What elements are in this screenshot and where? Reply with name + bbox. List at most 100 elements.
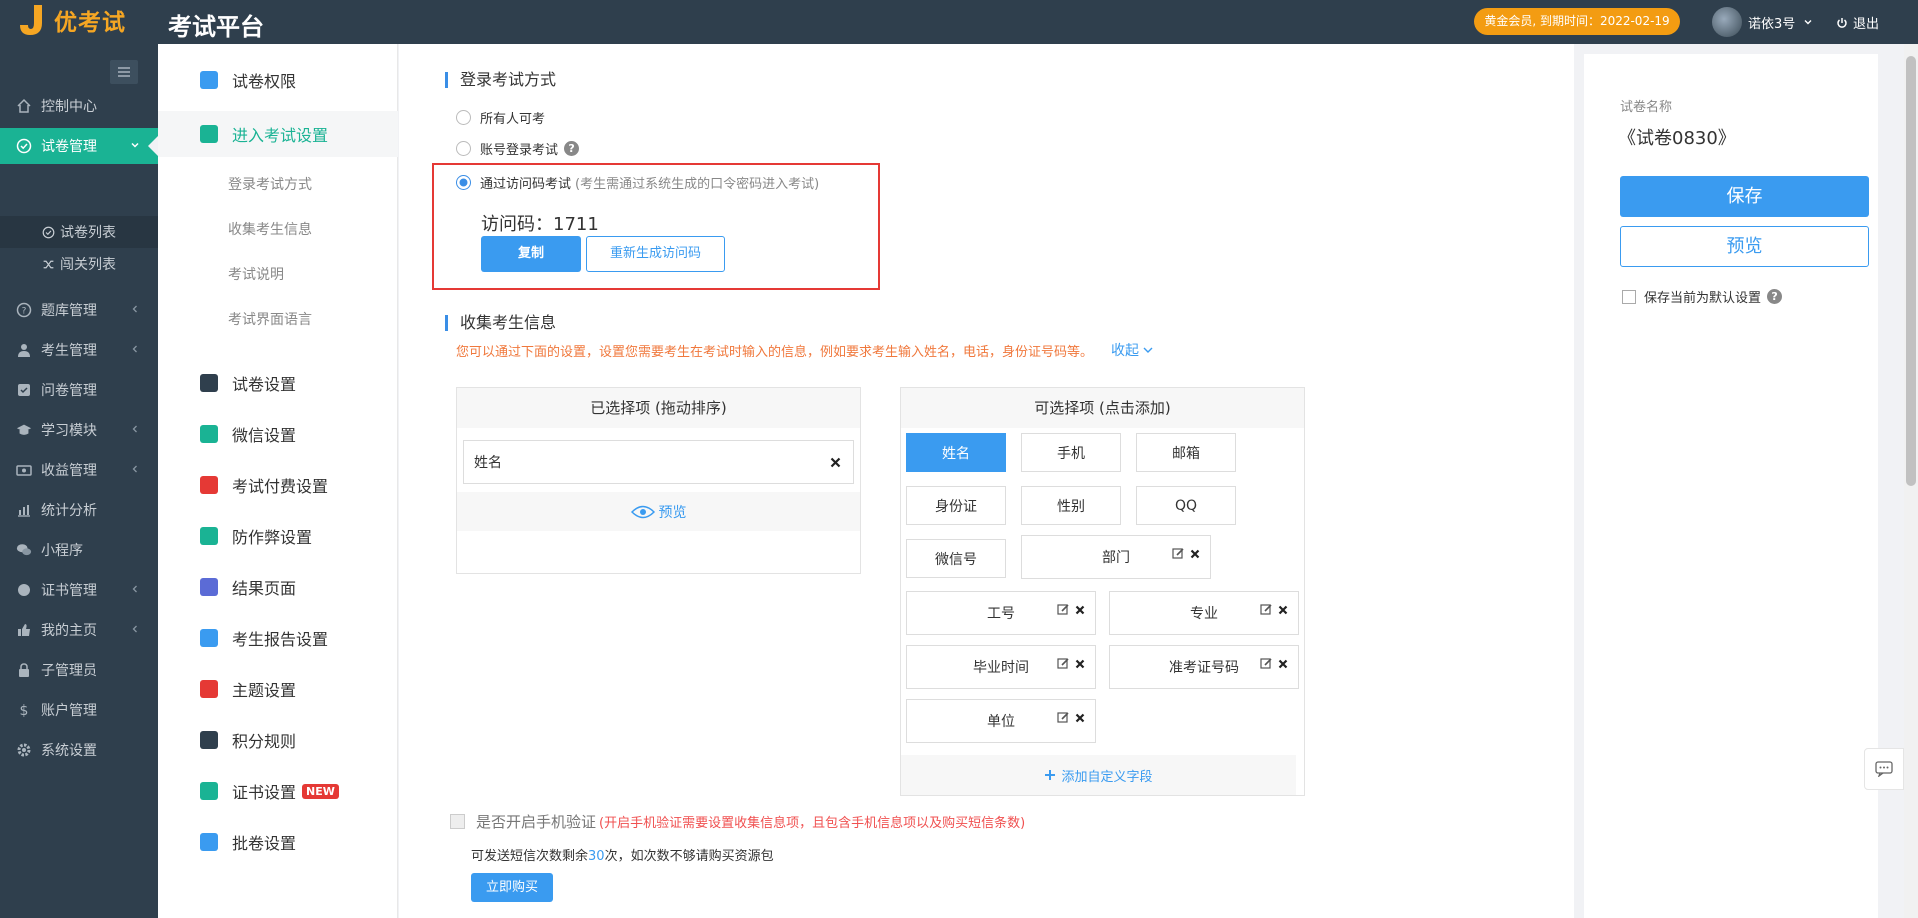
logo[interactable]: 优考试 xyxy=(16,3,126,37)
subpanel-item-result-page[interactable]: 结果页面 xyxy=(158,566,398,608)
preview-label[interactable]: 预览 xyxy=(659,502,687,522)
sidebar-item-control-center[interactable]: 控制中心 xyxy=(0,88,158,124)
shield-icon xyxy=(200,71,218,89)
delete-icon[interactable] xyxy=(1278,605,1288,615)
sidebar-item-mini-program[interactable]: 小程序 xyxy=(0,532,158,568)
avatar[interactable] xyxy=(1712,7,1742,37)
subpanel-item-certificate-settings[interactable]: 证书设置 NEW xyxy=(158,770,398,812)
sidebar-item-label: 小程序 xyxy=(41,543,83,559)
field-option-qq[interactable]: QQ xyxy=(1136,486,1236,525)
sidebar-item-learning-module[interactable]: 学习模块 xyxy=(0,412,158,448)
field-option-major[interactable]: 专业 xyxy=(1109,591,1299,635)
field-option-wechat[interactable]: 微信号 xyxy=(906,539,1006,578)
radio-account-login[interactable]: 账号登录考试 ? xyxy=(456,139,580,158)
field-option-email[interactable]: 邮箱 xyxy=(1136,433,1236,472)
sidebar-item-label: 系统设置 xyxy=(41,743,97,759)
subpanel-item-grading-settings[interactable]: 批卷设置 xyxy=(158,821,398,863)
graduation-cap-icon xyxy=(16,422,32,438)
field-option-name[interactable]: 姓名 xyxy=(906,433,1006,472)
sidebar-item-statistics[interactable]: 统计分析 xyxy=(0,492,158,528)
field-option-graduation-date[interactable]: 毕业时间 xyxy=(906,645,1096,689)
logout-button[interactable]: 退出 xyxy=(1836,13,1879,32)
sidebar-item-account-management[interactable]: $ 账户管理 xyxy=(0,692,158,728)
subpanel-item-enter-exam-settings[interactable]: 进入考试设置 xyxy=(158,111,398,157)
help-icon[interactable]: ? xyxy=(1767,289,1783,304)
subpanel-sub-exam-language[interactable]: 考试界面语言 xyxy=(228,309,312,329)
collapse-label[interactable]: 收起 xyxy=(1111,340,1139,360)
certificate-icon xyxy=(16,582,32,598)
sidebar-item-label: 收益管理 xyxy=(41,463,97,479)
subpanel-sub-login-method[interactable]: 登录考试方式 xyxy=(228,174,312,194)
sidebar-item-revenue-management[interactable]: 收益管理 xyxy=(0,452,158,488)
sidebar-item-my-homepage[interactable]: 我的主页 xyxy=(0,612,158,648)
sidebar-subitem-level-list[interactable]: 闯关列表 xyxy=(0,248,158,280)
edit-icon[interactable] xyxy=(1057,657,1070,670)
radio-dot[interactable] xyxy=(456,141,471,156)
feedback-button[interactable] xyxy=(1864,748,1904,790)
subpanel-sub-exam-description[interactable]: 考试说明 xyxy=(228,264,284,284)
sidebar-subitem-paper-list[interactable]: 试卷列表 xyxy=(0,216,158,248)
subpanel-item-label: 防作弊设置 xyxy=(232,528,313,547)
logout-label[interactable]: 退出 xyxy=(1853,13,1879,32)
member-badge[interactable]: 黄金会员, 到期时间：2022-02-19 xyxy=(1474,8,1680,35)
sidebar-item-system-settings[interactable]: 系统设置 xyxy=(0,732,158,768)
help-icon[interactable]: ? xyxy=(564,141,580,156)
radio-label: 账号登录考试 xyxy=(480,143,559,158)
radio-dot[interactable] xyxy=(456,110,471,125)
delete-icon[interactable] xyxy=(1278,659,1288,669)
buy-now-button[interactable]: 立即购买 xyxy=(471,873,553,902)
delete-icon[interactable] xyxy=(1075,659,1085,669)
subpanel-item-theme-settings[interactable]: 主题设置 xyxy=(158,668,398,710)
report-icon xyxy=(200,629,218,647)
add-custom-field-label[interactable]: 添加自定义字段 xyxy=(1061,766,1152,785)
subpanel-item-wechat-settings[interactable]: 微信设置 xyxy=(158,413,398,455)
user-menu[interactable]: 诺依3号 xyxy=(1712,7,1813,37)
sidebar-item-survey-management[interactable]: 问卷管理 xyxy=(0,372,158,408)
edit-icon[interactable] xyxy=(1172,547,1185,560)
subpanel-item-report-settings[interactable]: 考生报告设置 xyxy=(158,617,398,659)
add-custom-field-button[interactable]: 添加自定义字段 xyxy=(901,755,1296,795)
subpanel-item-points-rules[interactable]: 积分规则 xyxy=(158,719,398,761)
edit-icon[interactable] xyxy=(1260,657,1273,670)
sidebar-item-question-bank[interactable]: ? 题库管理 xyxy=(0,292,158,328)
phone-verify-checkbox[interactable] xyxy=(450,814,465,829)
field-option-department[interactable]: 部门 xyxy=(1021,535,1211,579)
sidebar-item-certificate-management[interactable]: 证书管理 xyxy=(0,572,158,608)
collapse-toggle[interactable]: 收起 xyxy=(1111,340,1154,360)
edit-icon[interactable] xyxy=(1057,711,1070,724)
field-option-phone[interactable]: 手机 xyxy=(1021,433,1121,472)
chevron-down-icon xyxy=(131,142,139,148)
field-option-company[interactable]: 单位 xyxy=(906,699,1096,743)
preview-button[interactable]: 预览 xyxy=(1620,226,1869,267)
selected-field-item[interactable]: 姓名 xyxy=(463,440,854,484)
sidebar-item-examinee-management[interactable]: 考生管理 xyxy=(0,332,158,368)
subpanel-item-paper-permission[interactable]: 试卷权限 xyxy=(158,59,398,101)
default-setting-checkbox[interactable] xyxy=(1622,289,1636,304)
menu-toggle-button[interactable] xyxy=(110,60,138,84)
close-icon[interactable] xyxy=(830,457,841,468)
field-option-gender[interactable]: 性别 xyxy=(1021,486,1121,525)
subpanel-item-payment-settings[interactable]: 考试付费设置 xyxy=(158,464,398,506)
save-button[interactable]: 保存 xyxy=(1620,176,1869,217)
chevron-down-icon[interactable] xyxy=(1803,17,1813,27)
subpanel-sub-collect-info[interactable]: 收集考生信息 xyxy=(228,219,312,239)
preview-link[interactable]: 预览 xyxy=(457,492,860,531)
sidebar-item-paper-management[interactable]: 试卷管理 xyxy=(0,128,158,164)
field-option-id-card[interactable]: 身份证 xyxy=(906,486,1006,525)
field-option-admission-ticket[interactable]: 准考证号码 xyxy=(1109,645,1299,689)
edit-icon[interactable] xyxy=(1057,603,1070,616)
document-icon xyxy=(200,125,218,143)
field-option-label: 专业 xyxy=(1190,606,1218,622)
delete-icon[interactable] xyxy=(1075,713,1085,723)
radio-everyone[interactable]: 所有人可考 xyxy=(456,108,545,127)
scrollbar-thumb[interactable] xyxy=(1906,56,1916,486)
subpanel-item-anti-cheat[interactable]: 防作弊设置 xyxy=(158,515,398,557)
delete-icon[interactable] xyxy=(1075,605,1085,615)
field-option-label: 工号 xyxy=(987,606,1015,622)
username[interactable]: 诺依3号 xyxy=(1748,13,1795,32)
subpanel-item-paper-settings[interactable]: 试卷设置 xyxy=(158,362,398,404)
field-option-employee-id[interactable]: 工号 xyxy=(906,591,1096,635)
sidebar-item-sub-admin[interactable]: 子管理员 xyxy=(0,652,158,688)
delete-icon[interactable] xyxy=(1190,549,1200,559)
edit-icon[interactable] xyxy=(1260,603,1273,616)
